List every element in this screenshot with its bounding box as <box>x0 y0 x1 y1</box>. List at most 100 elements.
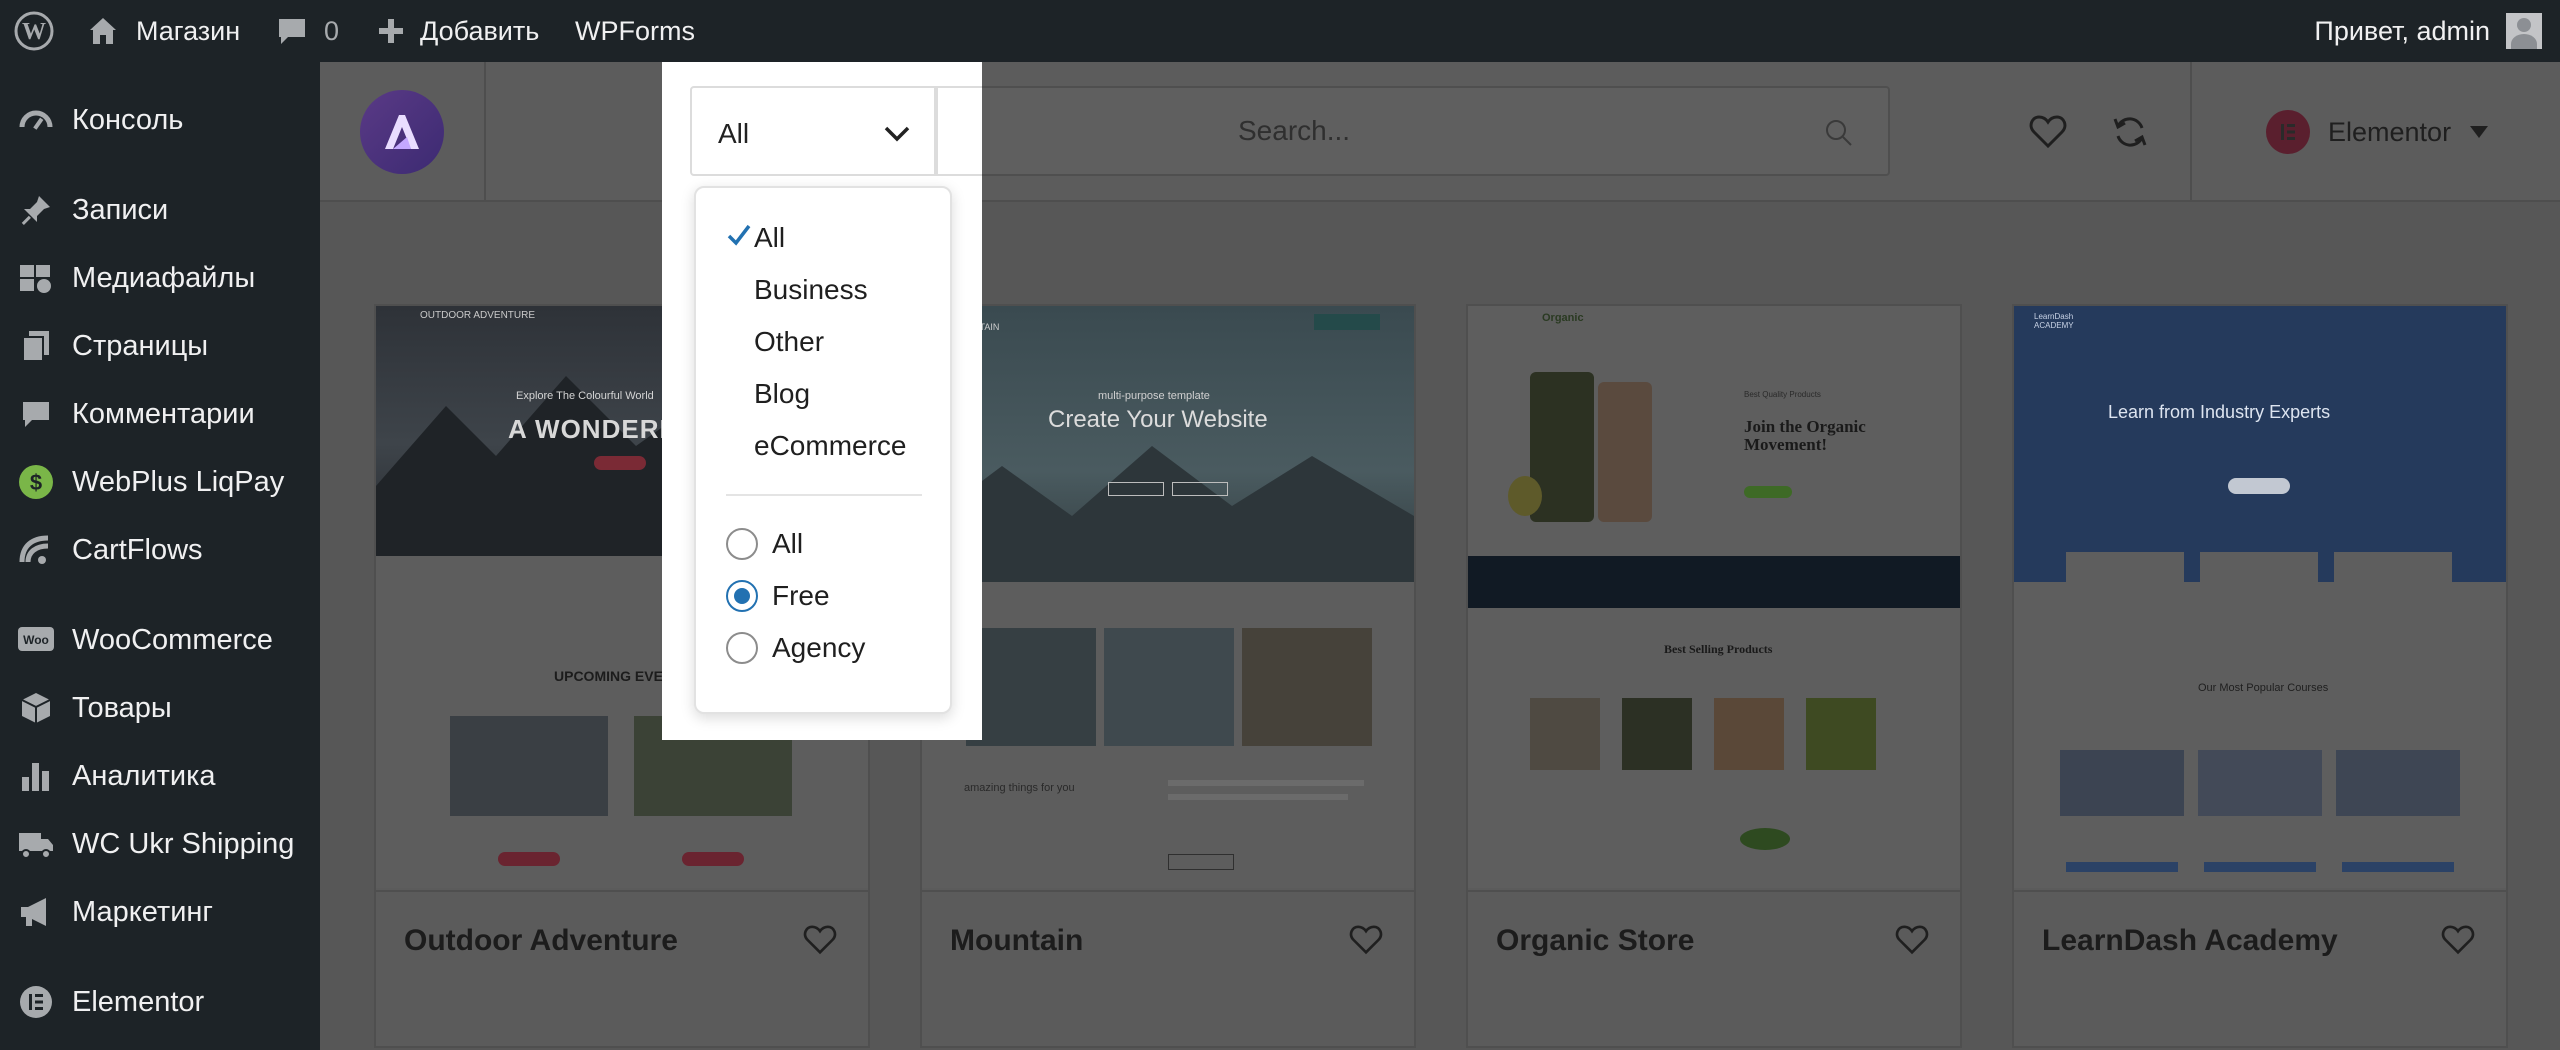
sidebar-item-shipping[interactable]: WC Ukr Shipping <box>0 816 320 872</box>
thumbnail-section-title: amazing things for you <box>964 782 1075 794</box>
sidebar-item-analytics[interactable]: Аналитика <box>0 748 320 804</box>
thumbnail-brand: LearnDash ACADEMY <box>2034 312 2074 330</box>
site-name-link[interactable]: Магазин <box>86 0 240 62</box>
favorite-heart-icon[interactable] <box>1344 918 1388 962</box>
favorite-heart-icon[interactable] <box>1890 918 1934 962</box>
radio-button[interactable] <box>726 632 758 664</box>
filter-dropdown-menu: All Business Other Blog eCommerce All Fr… <box>694 186 952 714</box>
category-option-all[interactable]: All <box>754 222 785 254</box>
elementor-icon <box>2266 110 2310 154</box>
sidebar-item-marketing[interactable]: Маркетинг <box>0 884 320 940</box>
checkmark-icon <box>727 224 751 246</box>
page-builder-select[interactable]: Elementor <box>2266 102 2489 162</box>
sidebar-item-liqpay[interactable]: $ WebPlus LiqPay <box>0 454 320 510</box>
type-option-free[interactable]: Free <box>726 576 830 616</box>
template-card-footer: Organic Store <box>1468 890 1960 988</box>
sidebar-item-pages[interactable]: Страницы <box>0 318 320 374</box>
admin-bar: W Магазин 0 Добавить WPForms Привет, adm… <box>0 0 2560 62</box>
category-option-business[interactable]: Business <box>754 274 868 306</box>
library-header: Elementor <box>320 62 2560 202</box>
favorites-icon[interactable] <box>2018 102 2078 162</box>
svg-text:W: W <box>22 19 46 45</box>
thumbnail-subheading: Best Quality Products <box>1744 390 1821 399</box>
home-icon <box>90 18 116 44</box>
category-option-other[interactable]: Other <box>754 326 824 358</box>
products-icon <box>16 688 56 728</box>
sidebar-item-label: Товары <box>72 691 172 724</box>
thumbnail-heading: Learn from Industry Experts <box>2108 402 2331 422</box>
divider <box>2190 62 2192 202</box>
sidebar-item-label: CartFlows <box>72 533 203 566</box>
sidebar-item-label: WebPlus LiqPay <box>72 465 285 498</box>
search-box <box>936 86 1890 176</box>
thumbnail-subheading: multi-purpose template <box>1098 390 1210 402</box>
sidebar-item-products[interactable]: Товары <box>0 680 320 736</box>
cartflows-icon <box>16 530 56 570</box>
category-option-blog[interactable]: Blog <box>754 378 810 410</box>
comments-count: 0 <box>324 15 340 46</box>
thumbnail-subheading: Explore The Colourful World <box>516 390 654 402</box>
template-thumbnail[interactable]: LearnDash ACADEMY Learn from Industry Ex… <box>2014 306 2506 888</box>
astra-logo <box>360 90 444 174</box>
template-title: Outdoor Adventure <box>404 924 678 957</box>
svg-text:Woo: Woo <box>23 633 49 647</box>
shipping-icon <box>16 824 56 864</box>
sidebar-item-posts[interactable]: Записи <box>0 182 320 238</box>
thumbnail-section-title: Best Selling Products <box>1664 642 1773 656</box>
add-new-label: Добавить <box>420 15 540 46</box>
analytics-icon <box>16 756 56 796</box>
wpforms-label: WPForms <box>575 15 695 46</box>
template-thumbnail[interactable]: Organic Best Quality Products Join the O… <box>1468 306 1960 888</box>
sidebar-item-elementor[interactable]: Elementor <box>0 974 320 1030</box>
template-title: LearnDash Academy <box>2042 924 2338 957</box>
template-library: Elementor OUTDOOR ADVENTURE Explore The … <box>320 62 2560 1050</box>
type-option-label: Free <box>772 580 830 611</box>
search-input[interactable] <box>1238 88 1838 174</box>
site-name: Магазин <box>136 15 241 46</box>
media-icon <box>16 258 56 298</box>
divider <box>484 62 486 202</box>
search-input-edge <box>936 86 982 176</box>
search-icon[interactable] <box>1824 118 1854 148</box>
type-option-all[interactable]: All <box>726 524 803 564</box>
sidebar-item-label: WooCommerce <box>72 623 273 656</box>
sidebar-item-label: WC Ukr Shipping <box>72 827 295 860</box>
template-card[interactable]: LearnDash ACADEMY Learn from Industry Ex… <box>2012 304 2508 1048</box>
dashboard-icon <box>16 100 56 140</box>
comment-icon <box>279 19 305 44</box>
builder-label: Elementor <box>2328 116 2452 147</box>
template-thumbnail[interactable]: MOUNTAIN multi-purpose template Create Y… <box>922 306 1414 888</box>
template-card[interactable]: MOUNTAIN multi-purpose template Create Y… <box>920 304 1416 1048</box>
type-option-label: Agency <box>772 632 866 663</box>
greeting-text: Привет, admin <box>2314 15 2490 46</box>
radio-button[interactable] <box>726 528 758 560</box>
sidebar-item-cartflows[interactable]: CartFlows <box>0 522 320 578</box>
wpforms-link[interactable]: WPForms <box>575 0 695 62</box>
favorite-heart-icon[interactable] <box>2436 918 2480 962</box>
sidebar-item-woocommerce[interactable]: Woo WooCommerce <box>0 612 320 668</box>
user-menu[interactable]: Привет, admin <box>2314 0 2542 62</box>
radio-button-selected[interactable] <box>726 580 758 612</box>
sidebar-item-media[interactable]: Медиафайлы <box>0 250 320 306</box>
pin-icon <box>16 190 56 230</box>
sidebar-item-dashboard[interactable]: Консоль <box>0 92 320 148</box>
add-new-link[interactable]: Добавить <box>376 0 539 62</box>
category-select[interactable]: All <box>690 86 936 176</box>
wordpress-logo-icon[interactable]: W <box>14 0 54 62</box>
svg-text:$: $ <box>30 470 42 495</box>
comments-link[interactable]: 0 <box>276 0 339 62</box>
category-option-ecommerce[interactable]: eCommerce <box>754 430 906 462</box>
category-select-value: All <box>718 118 750 149</box>
sync-icon[interactable] <box>2100 102 2160 162</box>
thumbnail-section-title: Our Most Popular Courses <box>2198 682 2329 694</box>
favorite-heart-icon[interactable] <box>798 918 842 962</box>
sidebar-item-label: Маркетинг <box>72 895 213 928</box>
plus-icon <box>379 19 403 43</box>
type-option-agency[interactable]: Agency <box>726 628 865 668</box>
template-card[interactable]: Organic Best Quality Products Join the O… <box>1466 304 1962 1048</box>
sidebar-item-comments[interactable]: Комментарии <box>0 386 320 442</box>
sidebar-item-label: Elementor <box>72 985 205 1018</box>
thumbnail-button <box>594 456 646 470</box>
comment-icon <box>16 394 56 434</box>
thumbnail-brand: OUTDOOR ADVENTURE <box>420 310 536 321</box>
